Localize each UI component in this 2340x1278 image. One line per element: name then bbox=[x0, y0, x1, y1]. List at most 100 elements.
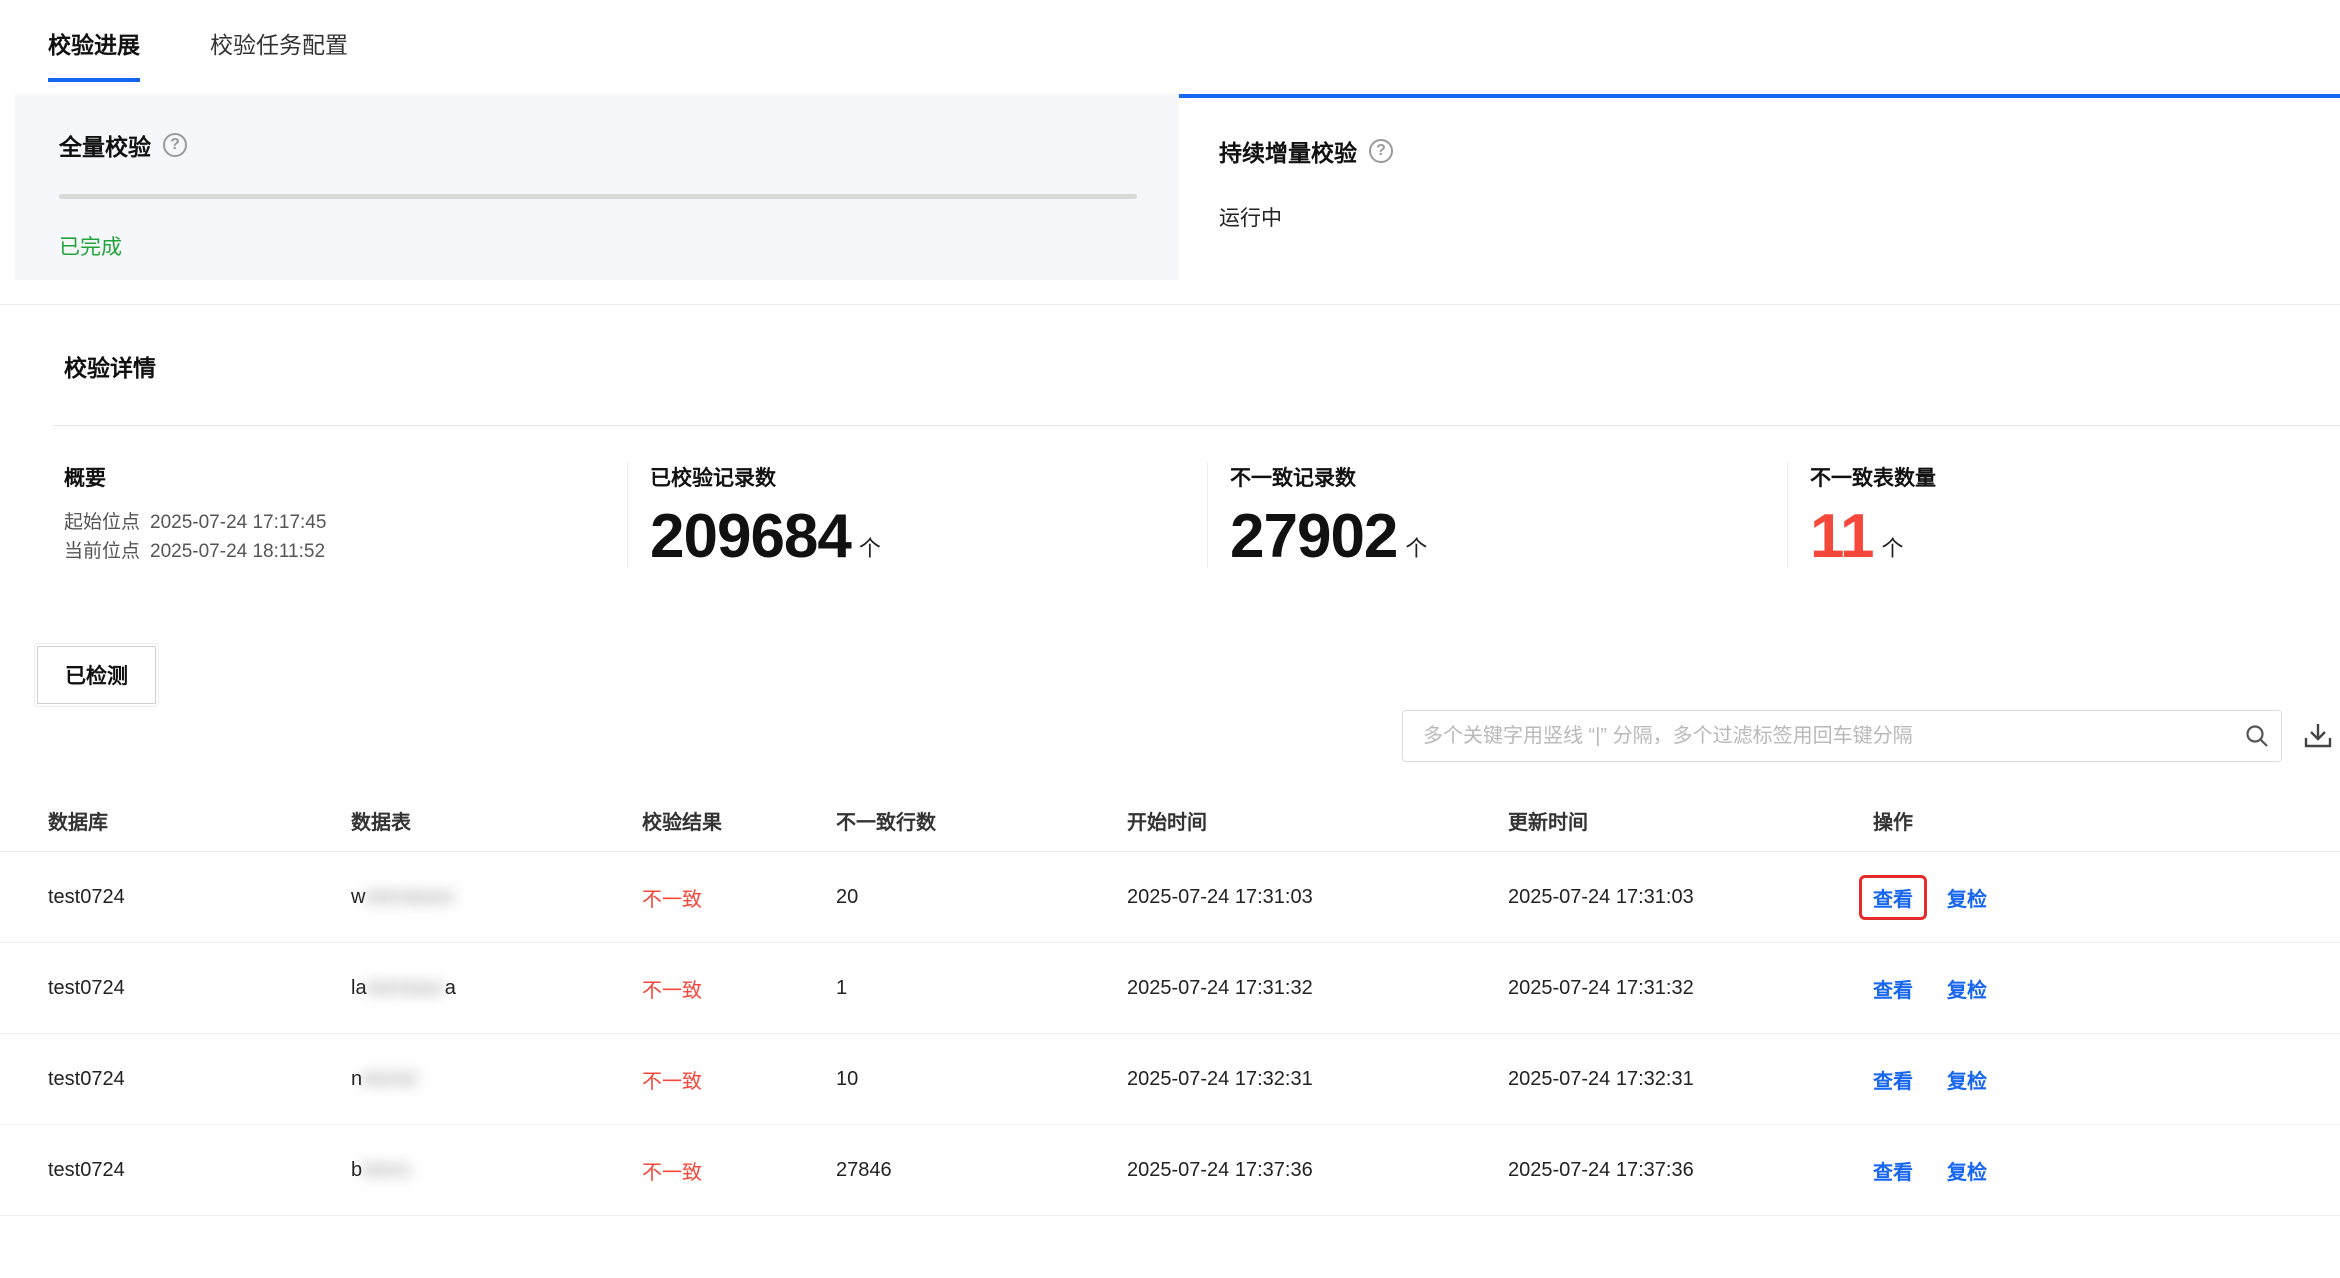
view-link[interactable]: 查看 bbox=[1873, 1162, 1913, 1184]
table-name-redacted: mnrst bbox=[362, 1068, 417, 1090]
table-row: test0724 nmnrst 不一致 10 2025-07-24 17:32:… bbox=[0, 1034, 2340, 1125]
view-link[interactable]: 查看 bbox=[1873, 1071, 1913, 1093]
cell-actions: 查看 复检 bbox=[1873, 974, 2340, 1003]
recheck-link[interactable]: 复检 bbox=[1947, 883, 1987, 912]
cell-start-time: 2025-07-24 17:31:32 bbox=[1127, 977, 1508, 1000]
stat-label: 不一致表数量 bbox=[1810, 462, 2340, 492]
cell-inconsistent-rows: 10 bbox=[836, 1068, 1127, 1091]
view-link[interactable]: 查看 bbox=[1873, 889, 1913, 911]
cell-inconsistent-rows: 20 bbox=[836, 886, 1127, 909]
cell-inconsistent-rows: 1 bbox=[836, 977, 1127, 1000]
cell-database: test0724 bbox=[48, 977, 351, 1000]
cell-database: test0724 bbox=[48, 1159, 351, 1182]
help-icon[interactable]: ? bbox=[163, 133, 187, 157]
stat-value: 27902 bbox=[1230, 506, 1397, 568]
status-panels: 全量校验 ? 已完成 持续增量校验 ? 运行中 bbox=[0, 94, 2340, 280]
full-check-progress-bar bbox=[59, 194, 1137, 199]
cell-table-name: bmnrs bbox=[351, 1159, 642, 1182]
stat-inconsistent-tables: 不一致表数量 11 个 bbox=[1787, 462, 2340, 568]
stat-inconsistent-records: 不一致记录数 27902 个 bbox=[1207, 462, 1787, 568]
current-position-label: 当前位点 bbox=[64, 537, 140, 566]
search-input[interactable] bbox=[1403, 725, 2233, 748]
table-name-redacted: mnrs bbox=[362, 1159, 410, 1181]
start-position-value: 2025-07-24 17:17:45 bbox=[150, 508, 326, 537]
table-name-prefix: w bbox=[351, 886, 365, 908]
cell-update-time: 2025-07-24 17:32:31 bbox=[1508, 1068, 1873, 1091]
summary-label: 概要 bbox=[64, 462, 627, 492]
cell-start-time: 2025-07-24 17:37:36 bbox=[1127, 1159, 1508, 1182]
table-row: test0724 wmnrstuvx 不一致 20 2025-07-24 17:… bbox=[0, 852, 2340, 943]
view-highlight-box: 查看 bbox=[1859, 875, 1927, 920]
download-icon[interactable] bbox=[2300, 716, 2336, 756]
cell-start-time: 2025-07-24 17:32:31 bbox=[1127, 1068, 1508, 1091]
cell-table-name: lamnrstuva bbox=[351, 977, 642, 1000]
stat-value: 11 bbox=[1810, 506, 1874, 568]
summary-block: 概要 起始位点 2025-07-24 17:17:45 当前位点 2025-07… bbox=[0, 462, 627, 568]
view-wrap: 查看 bbox=[1859, 1148, 1927, 1193]
table-name-redacted: mnrstuvx bbox=[365, 886, 454, 908]
cell-result: 不一致 bbox=[642, 1065, 836, 1094]
col-database: 数据库 bbox=[48, 806, 351, 835]
incremental-check-panel[interactable]: 持续增量校验 ? 运行中 bbox=[1179, 94, 2340, 280]
current-position-line: 当前位点 2025-07-24 18:11:52 bbox=[64, 537, 627, 566]
cell-actions: 查看 复检 bbox=[1873, 883, 2340, 912]
cell-table-name: nmnrst bbox=[351, 1068, 642, 1091]
full-check-status: 已完成 bbox=[59, 231, 1135, 261]
cell-database: test0724 bbox=[48, 1068, 351, 1091]
tab-validation-progress[interactable]: 校验进展 bbox=[48, 26, 140, 82]
tab-task-config[interactable]: 校验任务配置 bbox=[210, 26, 348, 82]
cell-update-time: 2025-07-24 17:31:32 bbox=[1508, 977, 1873, 1000]
cell-result: 不一致 bbox=[642, 883, 836, 912]
col-actions: 操作 bbox=[1873, 806, 2340, 835]
table-row: test0724 bmnrs 不一致 27846 2025-07-24 17:3… bbox=[0, 1125, 2340, 1216]
help-icon[interactable]: ? bbox=[1369, 139, 1393, 163]
cell-update-time: 2025-07-24 17:31:03 bbox=[1508, 886, 1873, 909]
stat-label: 不一致记录数 bbox=[1230, 462, 1787, 492]
cell-update-time: 2025-07-24 17:37:36 bbox=[1508, 1159, 1873, 1182]
col-inconsistent-rows: 不一致行数 bbox=[836, 806, 1127, 835]
col-start-time: 开始时间 bbox=[1127, 806, 1508, 835]
stat-unit: 个 bbox=[1882, 531, 1904, 568]
table-name-suffix: a bbox=[445, 977, 456, 999]
incremental-check-status: 运行中 bbox=[1219, 202, 2340, 232]
start-position-line: 起始位点 2025-07-24 17:17:45 bbox=[64, 508, 627, 537]
incremental-check-title: 持续增量校验 bbox=[1219, 134, 1357, 168]
table-header: 数据库 数据表 校验结果 不一致行数 开始时间 更新时间 操作 bbox=[0, 790, 2340, 852]
search-box bbox=[1402, 710, 2282, 762]
search-row bbox=[0, 710, 2340, 762]
col-table: 数据表 bbox=[351, 806, 642, 835]
recheck-link[interactable]: 复检 bbox=[1947, 1065, 1987, 1094]
cell-result: 不一致 bbox=[642, 1156, 836, 1185]
table-row: test0724 lamnrstuva 不一致 1 2025-07-24 17:… bbox=[0, 943, 2340, 1034]
view-wrap: 查看 bbox=[1859, 1057, 1927, 1102]
recheck-link[interactable]: 复检 bbox=[1947, 974, 1987, 1003]
cell-actions: 查看 复检 bbox=[1873, 1065, 2340, 1094]
detected-filter-button[interactable]: 已检测 bbox=[37, 646, 156, 704]
cell-result: 不一致 bbox=[642, 974, 836, 1003]
table-name-prefix: n bbox=[351, 1068, 362, 1090]
view-wrap: 查看 bbox=[1859, 966, 1927, 1011]
cell-actions: 查看 复检 bbox=[1873, 1156, 2340, 1185]
start-position-label: 起始位点 bbox=[64, 508, 140, 537]
stats-row: 概要 起始位点 2025-07-24 17:17:45 当前位点 2025-07… bbox=[0, 426, 2340, 598]
search-icon[interactable] bbox=[2233, 712, 2281, 760]
tab-bar: 校验进展 校验任务配置 bbox=[0, 0, 2340, 82]
progress-fill bbox=[59, 194, 1137, 199]
stat-checked-records: 已校验记录数 209684 个 bbox=[627, 462, 1207, 568]
table-name-redacted: mnrstuv bbox=[367, 977, 445, 999]
table-name-prefix: b bbox=[351, 1159, 362, 1181]
stat-unit: 个 bbox=[859, 531, 881, 568]
full-check-title: 全量校验 bbox=[59, 128, 151, 162]
recheck-link[interactable]: 复检 bbox=[1947, 1156, 1987, 1185]
stat-value: 209684 bbox=[650, 506, 851, 568]
stat-label: 已校验记录数 bbox=[650, 462, 1207, 492]
full-check-panel[interactable]: 全量校验 ? 已完成 bbox=[15, 94, 1179, 280]
cell-inconsistent-rows: 27846 bbox=[836, 1159, 1127, 1182]
col-update-time: 更新时间 bbox=[1508, 806, 1873, 835]
current-position-value: 2025-07-24 18:11:52 bbox=[150, 537, 325, 566]
detail-section-title: 校验详情 bbox=[0, 305, 2340, 425]
view-link[interactable]: 查看 bbox=[1873, 980, 1913, 1002]
table-name-prefix: la bbox=[351, 977, 367, 999]
cell-database: test0724 bbox=[48, 886, 351, 909]
cell-table-name: wmnrstuvx bbox=[351, 886, 642, 909]
